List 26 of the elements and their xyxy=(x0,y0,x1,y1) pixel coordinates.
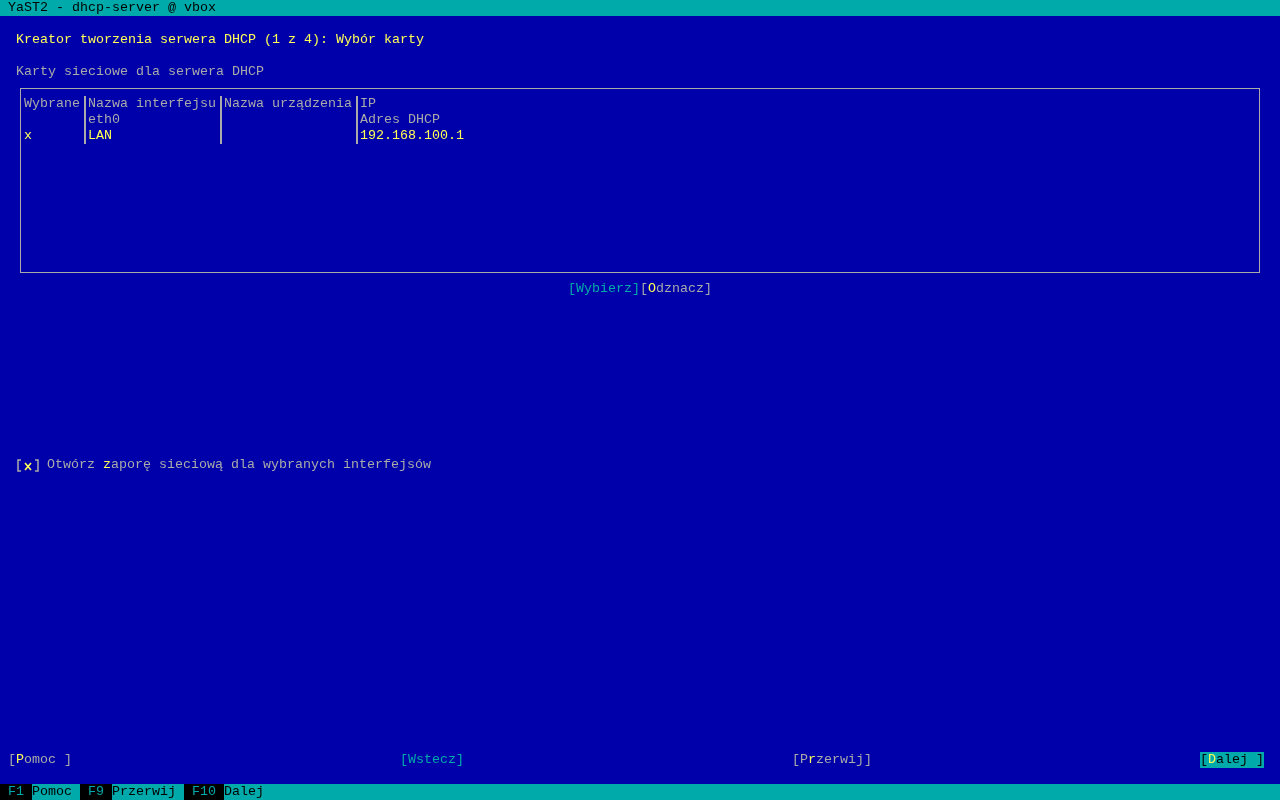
table-cell: LAN xyxy=(88,128,112,143)
function-key[interactable]: F10 xyxy=(184,784,224,800)
wizard-heading: Kreator tworzenia serwera DHCP (1 z 4): Wybór karty xyxy=(16,32,425,48)
table-cell: eth0 xyxy=(88,112,120,127)
table-cell: 192.168.100.1 xyxy=(360,128,464,143)
column-header: IP xyxy=(356,96,1256,112)
checkbox[interactable] xyxy=(16,457,40,473)
table-row[interactable]: x LAN 192.168.100.1 xyxy=(24,128,1256,144)
wizard-button[interactable]: [Dalej ] xyxy=(1200,752,1264,768)
checkbox-label[interactable]: Otwórz zaporę sieciową dla wybranych interfejsów xyxy=(47,457,431,473)
column-header: Nazwa urządzenia xyxy=(220,96,356,112)
column-header: Wybrane xyxy=(24,96,81,112)
table-cell: Adres DHCP xyxy=(360,112,440,127)
function-key[interactable]: F9 xyxy=(80,784,112,800)
table-row[interactable]: eth0 Adres DHCP xyxy=(24,112,1256,128)
function-key[interactable]: F1 xyxy=(0,784,32,800)
window-title: YaST2 - dhcp-server @ vbox xyxy=(8,0,216,15)
function-key-label: Przerwij xyxy=(112,784,177,800)
function-key-label: Dalej xyxy=(224,784,265,800)
table-label: Karty sieciowe dla serwera DHCP xyxy=(16,64,265,80)
table-button[interactable]: [Odznacz] xyxy=(640,281,712,297)
table-cell: x xyxy=(24,128,32,143)
wizard-button[interactable]: [Pomoc ] xyxy=(8,752,72,768)
column-header: Nazwa interfejsu xyxy=(84,96,220,112)
function-key-label: Pomoc xyxy=(32,784,73,800)
wizard-button[interactable]: [Przerwij] xyxy=(792,752,872,768)
